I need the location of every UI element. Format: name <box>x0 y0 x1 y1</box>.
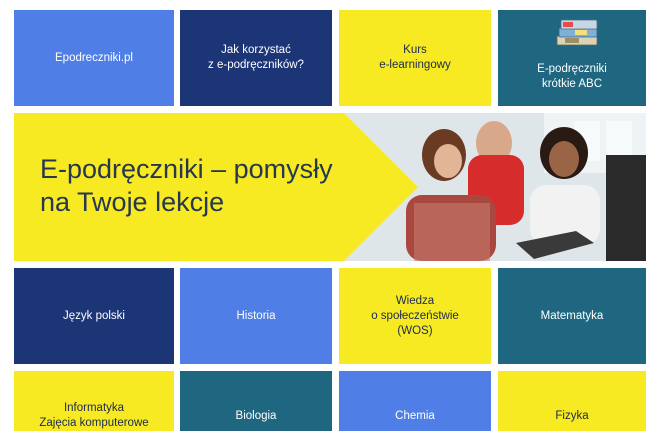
tile-epodreczniki[interactable]: Epodreczniki.pl <box>14 10 174 106</box>
tile-kurs-elearningowy[interactable]: Kurs e-learningowy <box>339 10 491 106</box>
tile-wos[interactable]: Wiedza o społeczeństwie (WOS) <box>339 268 491 364</box>
tile-label: Historia <box>236 309 276 322</box>
tile-chemia[interactable]: Chemia <box>339 371 491 431</box>
tile-fizyka[interactable]: Fizyka <box>498 371 646 431</box>
hero-banner[interactable]: E-podręczniki – pomysły na Twoje lekcje <box>14 113 646 261</box>
tile-label: Epodreczniki.pl <box>55 51 133 64</box>
tile-matematyka[interactable]: Matematyka <box>498 268 646 364</box>
tile-label: Kurs e-learningowy <box>379 44 451 71</box>
tile-label: E-podręczniki krótkie ABC <box>537 63 607 90</box>
banner-title: E-podręczniki – pomysły na Twoje lekcje <box>40 154 333 217</box>
book-stack-icon <box>556 19 598 46</box>
tile-informatyka[interactable]: Informatyka Zajęcia komputerowe <box>14 371 174 431</box>
tile-label: Język polski <box>63 309 125 322</box>
tile-label: Jak korzystać z e-podręczników? <box>208 44 304 71</box>
tile-historia[interactable]: Historia <box>180 268 332 364</box>
tile-label: Fizyka <box>555 410 589 422</box>
tile-label: Biologia <box>235 410 277 422</box>
tile-label: Matematyka <box>540 309 604 322</box>
tile-label: Chemia <box>395 410 435 422</box>
tile-biologia[interactable]: Biologia <box>180 371 332 431</box>
tile-jak-korzystac[interactable]: Jak korzystać z e-podręczników? <box>180 10 332 106</box>
tile-jezyk-polski[interactable]: Język polski <box>14 268 174 364</box>
tile-label: Informatyka Zajęcia komputerowe <box>39 402 149 429</box>
tile-label: Wiedza o społeczeństwie (WOS) <box>371 294 459 337</box>
